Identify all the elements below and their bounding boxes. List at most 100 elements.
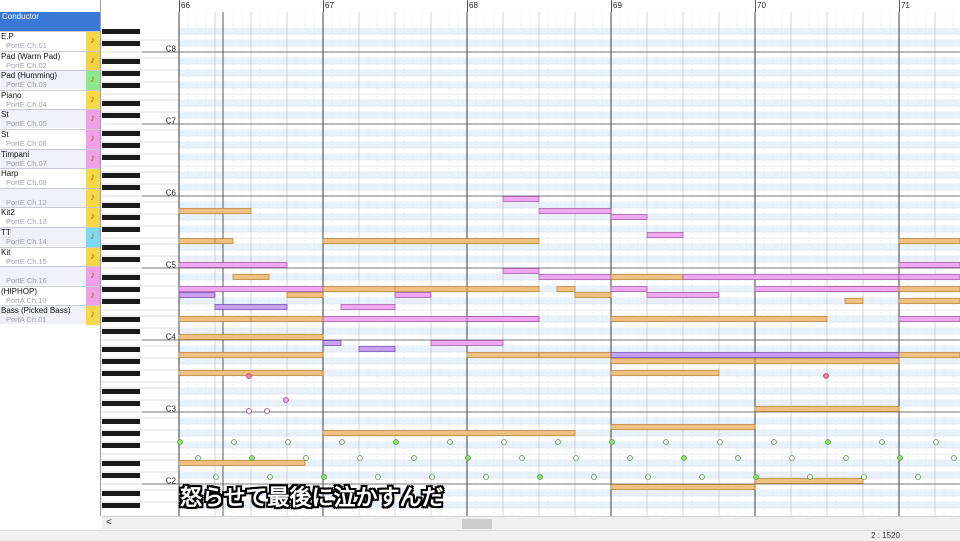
drum-hit-note[interactable] xyxy=(789,455,795,461)
midi-note[interactable] xyxy=(610,424,756,430)
midi-note[interactable] xyxy=(610,214,648,220)
midi-note[interactable] xyxy=(394,286,468,292)
track-row[interactable]: E.P PortE Ch.01 ♪ xyxy=(0,31,100,51)
drum-hit-note[interactable] xyxy=(645,474,651,480)
midi-note[interactable] xyxy=(610,358,756,364)
midi-note[interactable] xyxy=(340,304,396,310)
drum-hit-note[interactable] xyxy=(681,455,687,461)
drum-hit-note[interactable] xyxy=(843,455,849,461)
midi-note[interactable] xyxy=(394,292,432,298)
measure-ruler[interactable]: 66 67 68 69 70 71 xyxy=(178,0,960,13)
drum-hit-note[interactable] xyxy=(465,455,471,461)
midi-note[interactable] xyxy=(646,292,720,298)
midi-note[interactable] xyxy=(556,286,576,292)
midi-note[interactable] xyxy=(430,340,504,346)
midi-note[interactable] xyxy=(322,286,396,292)
midi-note[interactable] xyxy=(898,298,960,304)
drum-hit-note[interactable] xyxy=(933,439,939,445)
scroll-thumb[interactable] xyxy=(462,519,492,529)
midi-note[interactable] xyxy=(610,352,900,358)
accent-hit-note[interactable] xyxy=(246,408,252,414)
drum-hit-note[interactable] xyxy=(231,439,237,445)
drum-hit-note[interactable] xyxy=(339,439,345,445)
drum-hit-note[interactable] xyxy=(573,455,579,461)
midi-note[interactable] xyxy=(610,316,828,322)
track-row[interactable]: Kit PortE Ch.15 ♪ xyxy=(0,246,100,267)
speaker-icon[interactable]: ♪ xyxy=(87,290,98,302)
accent-hit-note[interactable] xyxy=(264,408,270,414)
drum-hit-note[interactable] xyxy=(501,439,507,445)
midi-note[interactable] xyxy=(250,316,324,322)
speaker-icon[interactable]: ♪ xyxy=(87,211,98,223)
drum-hit-note[interactable] xyxy=(807,474,813,480)
drum-hit-note[interactable] xyxy=(483,474,489,480)
midi-note[interactable] xyxy=(178,292,216,298)
drum-hit-note[interactable] xyxy=(357,455,363,461)
track-row[interactable]: Pad (Humming) PortE Ch.03 ♪ xyxy=(0,70,100,91)
midi-note[interactable] xyxy=(574,292,612,298)
drum-hit-note[interactable] xyxy=(879,439,885,445)
drum-hit-note[interactable] xyxy=(213,474,219,480)
midi-note[interactable] xyxy=(178,286,324,292)
midi-note[interactable] xyxy=(466,286,540,292)
drum-hit-note[interactable] xyxy=(735,455,741,461)
drum-hit-note[interactable] xyxy=(519,455,525,461)
measure-number[interactable]: 67 xyxy=(325,1,334,10)
midi-note[interactable] xyxy=(286,292,324,298)
drum-hit-note[interactable] xyxy=(447,439,453,445)
drum-hit-note[interactable] xyxy=(375,474,381,480)
horizontal-scrollbar[interactable]: < xyxy=(102,516,960,531)
midi-note[interactable] xyxy=(898,352,960,358)
track-row[interactable]: (HIPHOP) PortA Ch.10 ♪ xyxy=(0,285,100,306)
midi-note[interactable] xyxy=(178,352,324,358)
speaker-icon[interactable]: ♪ xyxy=(87,113,98,125)
midi-note[interactable] xyxy=(466,316,540,322)
accent-hit-note[interactable] xyxy=(246,373,252,379)
speaker-icon[interactable]: ♪ xyxy=(87,309,98,321)
drum-hit-note[interactable] xyxy=(195,455,201,461)
midi-note[interactable] xyxy=(538,208,612,214)
speaker-icon[interactable]: ♪ xyxy=(87,74,98,86)
drum-hit-note[interactable] xyxy=(267,474,273,480)
track-row[interactable]: Piano PortE Ch.04 ♪ xyxy=(0,89,100,110)
midi-note[interactable] xyxy=(754,478,864,484)
drum-hit-note[interactable] xyxy=(915,474,921,480)
drum-hit-note[interactable] xyxy=(429,474,435,480)
drum-hit-note[interactable] xyxy=(393,439,399,445)
midi-note[interactable] xyxy=(538,274,612,280)
speaker-icon[interactable]: ♪ xyxy=(87,35,98,47)
speaker-icon[interactable]: ♪ xyxy=(87,231,98,243)
midi-note[interactable] xyxy=(646,232,684,238)
midi-note[interactable] xyxy=(322,430,576,436)
piano-keys[interactable]: C8C7C6C5C4C3C2 xyxy=(102,12,178,516)
drum-hit-note[interactable] xyxy=(555,439,561,445)
midi-note[interactable] xyxy=(322,316,540,322)
drum-hit-note[interactable] xyxy=(861,474,867,480)
midi-note[interactable] xyxy=(214,304,288,310)
midi-note[interactable] xyxy=(898,286,960,292)
drum-hit-note[interactable] xyxy=(753,474,759,480)
midi-note[interactable] xyxy=(898,238,960,244)
drum-hit-note[interactable] xyxy=(771,439,777,445)
track-row[interactable]: St PortE Ch.05 ♪ xyxy=(0,109,100,130)
midi-note[interactable] xyxy=(538,352,612,358)
scroll-left-arrow[interactable]: < xyxy=(106,517,112,528)
midi-note[interactable] xyxy=(610,370,720,376)
measure-number[interactable]: 71 xyxy=(901,1,910,10)
track-row[interactable]: Kit2 PortE Ch.13 ♪ xyxy=(0,207,100,228)
track-row[interactable]: PortE Ch.16 ♪ xyxy=(0,266,100,287)
speaker-icon[interactable]: ♪ xyxy=(87,192,98,204)
drum-hit-note[interactable] xyxy=(177,439,183,445)
speaker-icon[interactable]: ♪ xyxy=(87,251,98,263)
midi-note[interactable] xyxy=(610,484,756,490)
track-row[interactable]: Harp PortE Ch.08 ♪ xyxy=(0,168,100,189)
midi-note[interactable] xyxy=(754,358,900,364)
accent-hit-note[interactable] xyxy=(283,397,289,403)
midi-note[interactable] xyxy=(682,274,900,280)
midi-note[interactable] xyxy=(178,334,324,340)
track-row[interactable]: PortE Ch.12 ♪ xyxy=(0,187,100,208)
midi-note[interactable] xyxy=(178,316,252,322)
speaker-icon[interactable]: ♪ xyxy=(87,153,98,165)
midi-note[interactable] xyxy=(610,274,684,280)
midi-note[interactable] xyxy=(178,460,306,466)
